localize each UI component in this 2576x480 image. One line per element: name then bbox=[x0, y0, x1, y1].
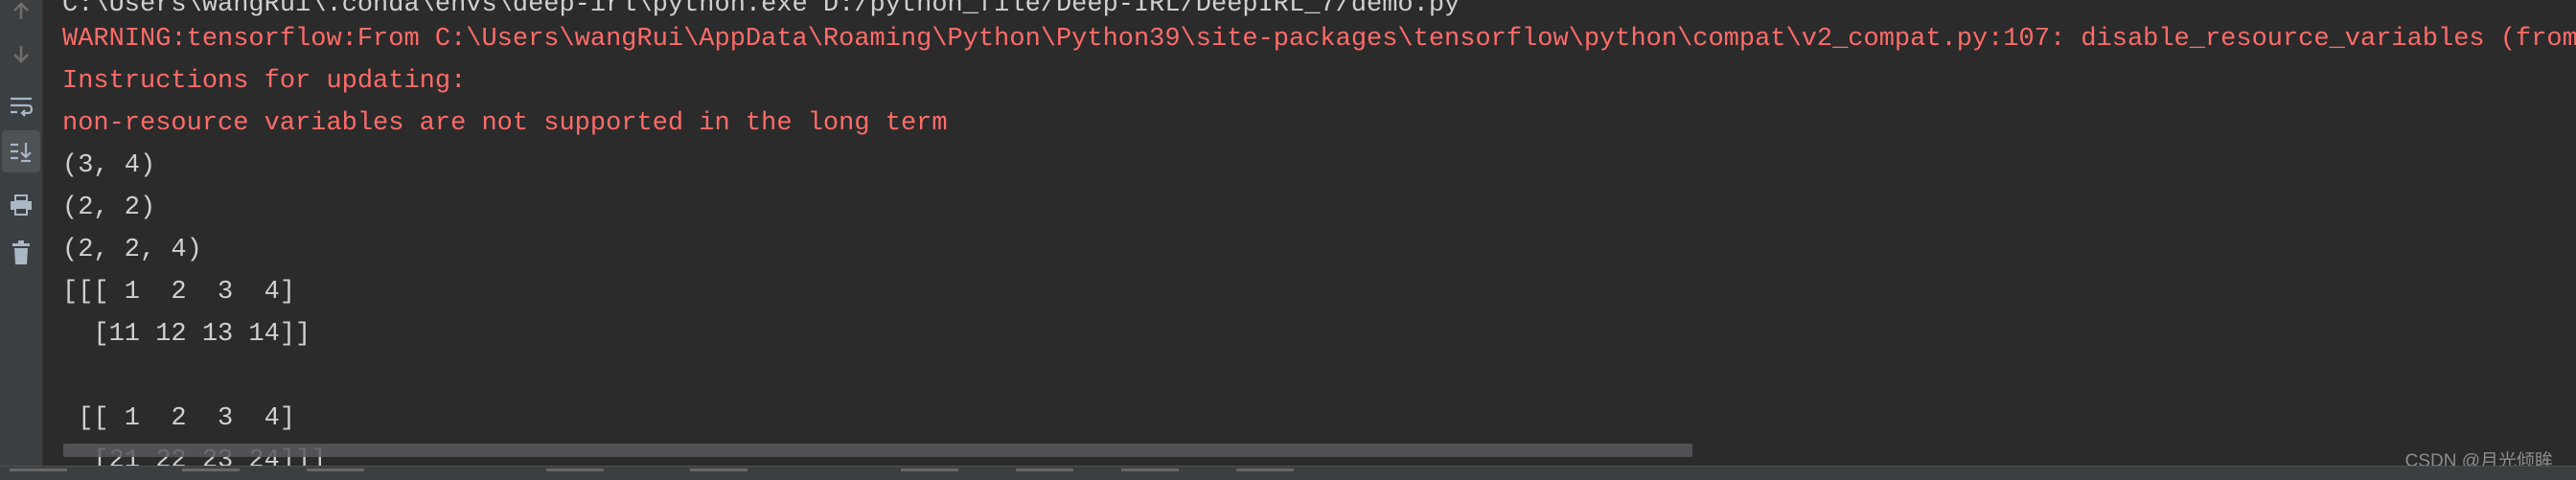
down-arrow-icon[interactable] bbox=[0, 33, 42, 75]
tool-tab[interactable] bbox=[307, 469, 364, 480]
output-line: (2, 2, 4) bbox=[62, 236, 202, 264]
tool-tab[interactable] bbox=[1121, 469, 1179, 480]
scroll-to-end-icon[interactable] bbox=[2, 130, 40, 172]
output-line: [[ 1 2 3 4] bbox=[62, 404, 296, 433]
output-line: [11 12 13 14]] bbox=[62, 320, 311, 349]
output-line: (2, 2) bbox=[62, 194, 156, 222]
output-line: (3, 4) bbox=[62, 151, 156, 180]
console-toolbar bbox=[0, 0, 43, 466]
trash-icon[interactable] bbox=[0, 232, 42, 274]
horizontal-scrollbar[interactable] bbox=[63, 444, 1692, 457]
instructions-line: Instructions for updating: bbox=[62, 67, 467, 96]
run-console-output[interactable]: C:\Users\wangRui\.conda\envs\deep-irl\py… bbox=[42, 0, 2576, 466]
tool-tab[interactable] bbox=[182, 469, 240, 480]
tool-tab[interactable] bbox=[1016, 469, 1073, 480]
up-arrow-icon[interactable] bbox=[0, 0, 42, 33]
soft-wrap-icon[interactable] bbox=[0, 84, 42, 126]
tool-tab[interactable] bbox=[546, 469, 604, 480]
tool-tab[interactable] bbox=[690, 469, 748, 480]
warning-line: WARNING:tensorflow:From C:\Users\wangRui… bbox=[62, 25, 2576, 54]
print-icon[interactable] bbox=[0, 184, 42, 226]
tool-tab[interactable] bbox=[10, 469, 67, 480]
tool-window-bar bbox=[0, 466, 2576, 480]
tool-tab[interactable] bbox=[901, 469, 958, 480]
output-line: [[[ 1 2 3 4] bbox=[62, 278, 296, 307]
tool-tab[interactable] bbox=[1236, 469, 1294, 480]
deprecation-line: non-resource variables are not supported… bbox=[62, 109, 948, 138]
